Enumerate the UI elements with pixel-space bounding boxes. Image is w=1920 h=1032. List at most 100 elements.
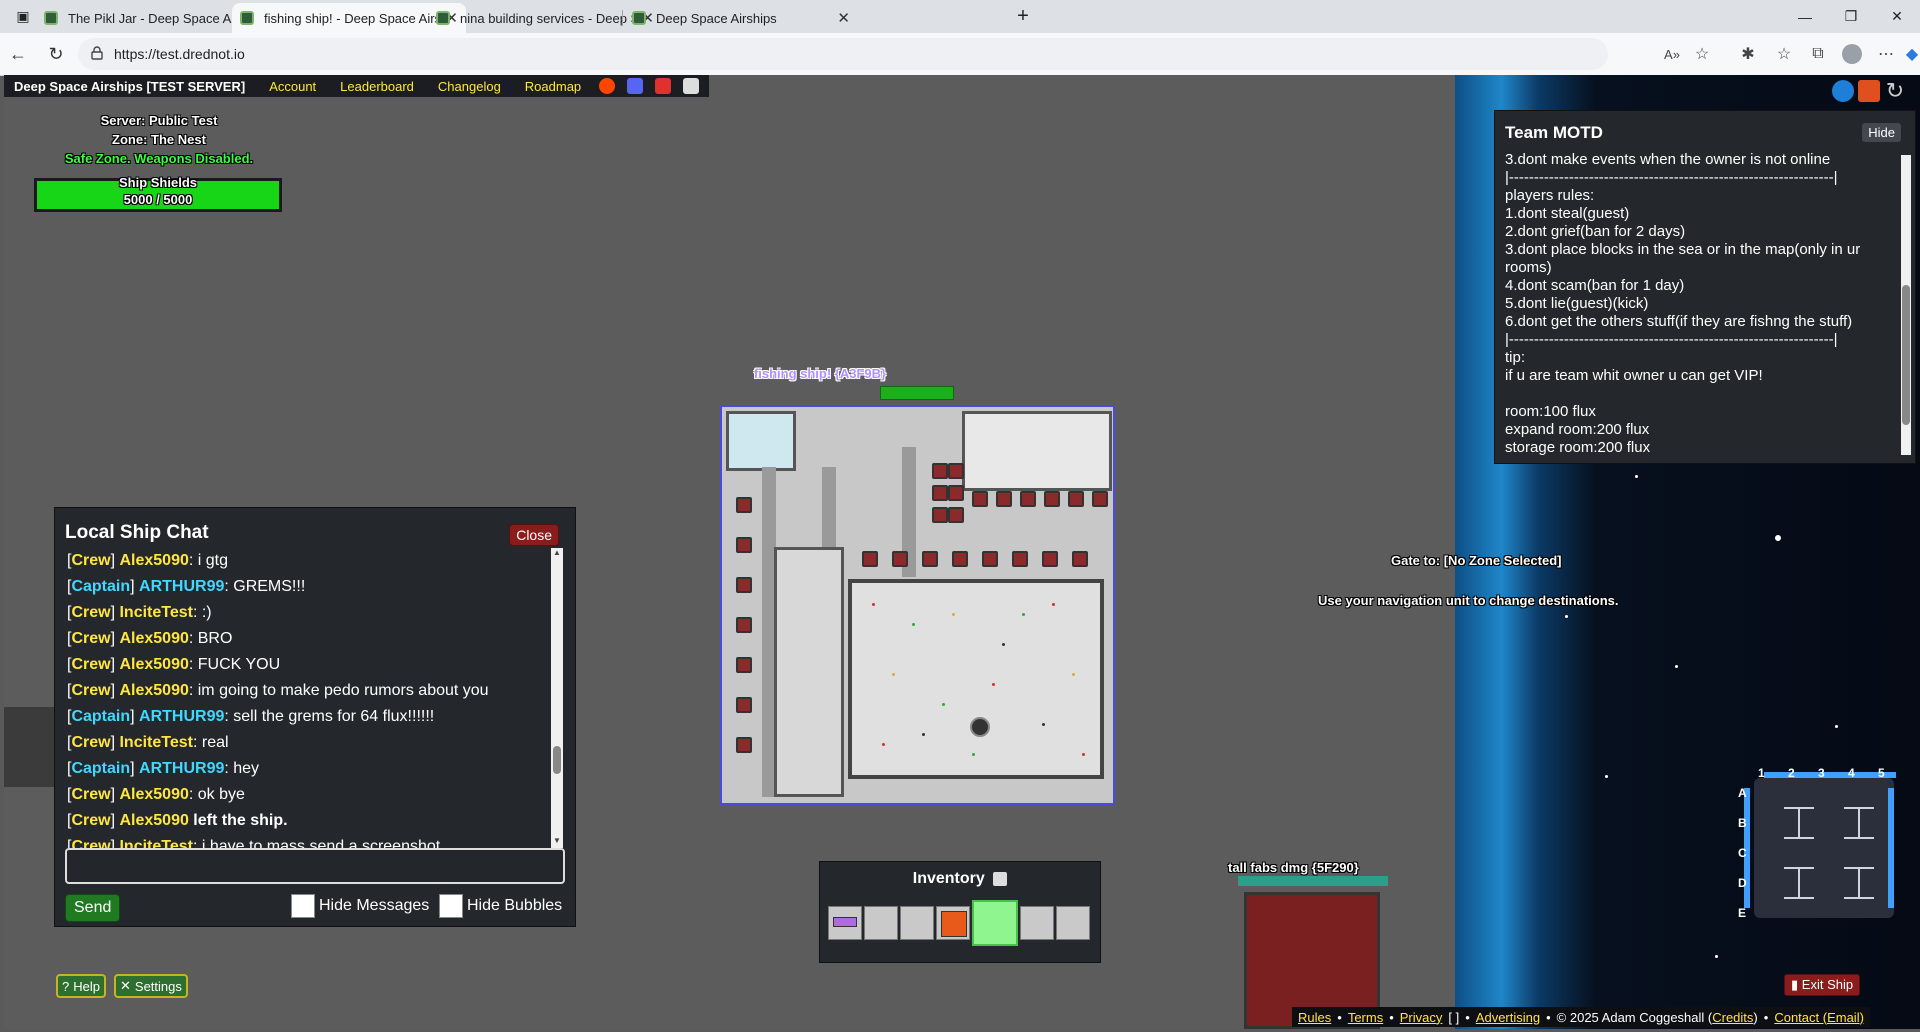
send-button[interactable]: Send xyxy=(65,894,121,922)
contact-link[interactable]: Contact (Email) xyxy=(1774,1010,1864,1025)
reddit-icon[interactable] xyxy=(599,78,616,94)
refresh-icon[interactable]: ↻ xyxy=(1884,80,1906,102)
motd-scrollbar[interactable] xyxy=(1901,155,1911,455)
favorite-star-icon[interactable]: ☆ xyxy=(1690,42,1714,66)
ship-view[interactable] xyxy=(720,405,1115,805)
ship-block xyxy=(948,507,964,523)
wiki-icon[interactable] xyxy=(683,78,700,94)
changelog-link[interactable]: Changelog xyxy=(438,79,501,94)
credits-link[interactable]: Credits xyxy=(1712,1010,1753,1025)
chat-username[interactable]: ARTHUR99 xyxy=(139,760,224,777)
url-input[interactable]: https://test.drednot.io xyxy=(78,38,1608,70)
inventory-slot[interactable] xyxy=(900,906,934,940)
close-window-button[interactable]: ✕ xyxy=(1874,0,1920,33)
scrollbar-thumb[interactable] xyxy=(553,746,561,774)
rules-link[interactable]: Rules xyxy=(1298,1010,1331,1025)
exit-ship-button[interactable]: ▮ Exit Ship xyxy=(1784,974,1861,996)
profile-icon[interactable] xyxy=(1840,42,1864,66)
footer: Rules • Terms • Privacy [ ] • Advertisin… xyxy=(1292,1007,1870,1027)
team-motd-panel: Team MOTD Hide 3.dont make events when t… xyxy=(1494,110,1916,464)
ship-block xyxy=(1044,491,1060,507)
chat-username[interactable]: InciteTest xyxy=(119,734,193,751)
terms-link[interactable]: Terms xyxy=(1348,1010,1383,1025)
minimap-row-label: A xyxy=(1738,786,1747,800)
discord-icon[interactable] xyxy=(627,78,644,94)
inventory-slot[interactable] xyxy=(1020,906,1054,940)
chat-username[interactable]: Alex5090 xyxy=(119,682,188,699)
chat-username[interactable]: Alex5090 xyxy=(119,812,188,829)
ship-block xyxy=(736,617,752,633)
chat-message: [Crew] InciteTest: real xyxy=(67,730,545,756)
chat-username[interactable]: InciteTest xyxy=(119,838,193,848)
chat-log[interactable]: [Crew] Alex5090: i gtg [Captain] ARTHUR99… xyxy=(67,548,545,848)
chat-message: [Crew] Alex5090 left the ship. xyxy=(67,808,545,834)
help-button[interactable]: ? Help xyxy=(56,974,106,998)
chat-username[interactable]: ARTHUR99 xyxy=(139,708,224,725)
url-text: https://test.drednot.io xyxy=(114,46,245,62)
chat-input[interactable] xyxy=(65,848,565,884)
chat-username[interactable]: Alex5090 xyxy=(119,630,188,647)
read-aloud-icon[interactable]: A» xyxy=(1660,42,1684,66)
more-menu-icon[interactable]: ⋯ xyxy=(1874,42,1898,66)
settings-button[interactable]: ✕ Settings xyxy=(114,974,188,998)
chat-username[interactable]: InciteTest xyxy=(119,604,193,621)
chat-close-button[interactable]: Close xyxy=(509,524,559,546)
chat-scrollbar[interactable]: ▲ ▼ xyxy=(551,548,563,848)
inventory-slot[interactable] xyxy=(1056,906,1090,940)
advertising-link[interactable]: Advertising xyxy=(1476,1010,1540,1025)
collections-icon[interactable]: ⧉ xyxy=(1806,42,1830,66)
bracket: ] xyxy=(130,760,140,777)
site-info-icon[interactable] xyxy=(90,46,104,60)
chat-message: [Captain] ARTHUR99: sell the grems for 6… xyxy=(67,704,545,730)
minimize-button[interactable]: — xyxy=(1782,0,1828,33)
scroll-down-icon[interactable]: ▼ xyxy=(551,836,563,848)
tab-deep-space[interactable]: Deep Space Airships ✕ xyxy=(624,3,858,33)
ship-block xyxy=(932,507,948,523)
chat-role: Crew xyxy=(71,682,111,699)
chat-username[interactable]: Alex5090 xyxy=(119,552,188,569)
checkbox-box[interactable] xyxy=(439,894,463,918)
local-ship-chat: Local Ship Chat Close [Crew] Alex5090: i… xyxy=(54,507,576,927)
chat-message: [Crew] Alex5090: FUCK YOU xyxy=(67,652,545,678)
privacy-link[interactable]: Privacy xyxy=(1400,1010,1443,1025)
inventory-slot-selected[interactable] xyxy=(972,900,1018,946)
chat-text: : i gtg xyxy=(188,552,228,569)
patreon-icon[interactable] xyxy=(655,78,672,94)
scroll-up-icon[interactable]: ▲ xyxy=(551,548,563,560)
copilot-icon[interactable]: ◆ xyxy=(1900,42,1920,66)
chat-title: Local Ship Chat xyxy=(65,522,209,543)
paint-icon[interactable] xyxy=(1858,80,1880,102)
account-link[interactable]: Account xyxy=(269,79,316,94)
chat-role: Crew xyxy=(71,552,111,569)
back-button[interactable]: ← xyxy=(6,42,30,66)
checkbox-box[interactable] xyxy=(291,894,315,918)
leaderboard-link[interactable]: Leaderboard xyxy=(340,79,414,94)
motd-hide-button[interactable]: Hide xyxy=(1862,123,1901,142)
favorites-icon[interactable]: ☆ xyxy=(1772,42,1796,66)
globe-icon[interactable] xyxy=(1832,80,1854,102)
chat-username[interactable]: ARTHUR99 xyxy=(139,578,224,595)
inventory-slot-item[interactable] xyxy=(936,906,970,940)
reload-button[interactable]: ↻ xyxy=(44,42,68,66)
minimap-right-bar xyxy=(1888,788,1894,908)
scrollbar-thumb[interactable] xyxy=(1902,285,1910,425)
hide-bubbles-checkbox[interactable]: Hide Bubbles xyxy=(439,894,562,918)
minimap-col-label: 2 xyxy=(1788,766,1795,780)
chat-message: [Captain] ARTHUR99: hey xyxy=(67,756,545,782)
inventory-title: Inventory xyxy=(912,870,985,887)
new-tab-button[interactable]: + xyxy=(1000,0,1046,33)
inventory-slot[interactable] xyxy=(864,906,898,940)
chat-role: Captain xyxy=(71,708,131,725)
close-tab-icon[interactable]: ✕ xyxy=(837,9,850,27)
restore-button[interactable]: ❐ xyxy=(1828,0,1874,33)
minimap-row-label: D xyxy=(1738,876,1747,890)
roadmap-link[interactable]: Roadmap xyxy=(525,79,581,94)
extensions-icon[interactable]: ✱ xyxy=(1736,42,1760,66)
minimap[interactable] xyxy=(1744,768,1896,928)
inventory-slot-wrench[interactable] xyxy=(828,906,862,940)
chat-username[interactable]: Alex5090 xyxy=(119,656,188,673)
inventory-lock-icon[interactable] xyxy=(993,871,1008,886)
minimap-col-label: 3 xyxy=(1818,766,1825,780)
hide-messages-checkbox[interactable]: Hide Messages xyxy=(291,894,429,918)
chat-username[interactable]: Alex5090 xyxy=(119,786,188,803)
